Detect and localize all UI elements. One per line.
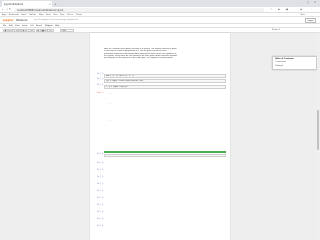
- reload-icon[interactable]: ↻: [9, 8, 11, 11]
- cell-prompt: In [ ]:: [97, 85, 104, 86]
- extension-icon[interactable]: ●: [286, 8, 288, 11]
- star-icon[interactable]: ☆: [270, 8, 272, 11]
- markdown-cell[interactable]: Now, let's consider the transfer functio…: [104, 48, 226, 59]
- window-controls[interactable]: – ▢ ✕: [301, 1, 318, 4]
- url-field[interactable]: localhost:8888/notebooks/Notebook.ipynb: [14, 8, 264, 12]
- bookmark-item[interactable]: Apps: [2, 14, 6, 16]
- menu-file[interactable]: File: [3, 25, 6, 27]
- extension-icon[interactable]: ◆: [278, 8, 280, 11]
- menu-cell[interactable]: Cell: [30, 25, 34, 27]
- menu-icon[interactable]: ⋮: [310, 8, 312, 11]
- output-text: array([[ 1. 2. 3. 4. 5. array([ 0. , 0.1…: [104, 93, 226, 122]
- cell-prompt: In [ ]:: [97, 226, 104, 227]
- close-icon[interactable]: ✕: [49, 3, 51, 6]
- notebook-container: Now, let's consider the transfer functio…: [90, 33, 230, 240]
- bookmark-item[interactable]: Drive: [53, 14, 58, 16]
- menu-view[interactable]: View: [15, 25, 20, 27]
- logout-button[interactable]: Logout: [304, 18, 316, 24]
- new-tab-icon[interactable]: +: [54, 2, 57, 6]
- execution-progress-bar: [104, 151, 226, 153]
- bookmark-item[interactable]: YouTube: [29, 14, 36, 16]
- bookmark-item[interactable]: Photos: [76, 14, 82, 16]
- markdown-line: the response of the system to a unit ste…: [104, 57, 173, 60]
- code-input[interactable]: t, y = signal.step(sys): [104, 85, 226, 89]
- cell-prompt: In [ ]:: [97, 191, 104, 192]
- output-line: array([ 0. , 0.5, 1. ]): [104, 120, 126, 122]
- back-icon[interactable]: ←: [2, 8, 4, 11]
- checkpoint-status: Last Checkpoint: a few seconds ago (auto…: [34, 19, 78, 22]
- cell-prompt: In [ ]:: [97, 170, 104, 171]
- code-input[interactable]: num = [1, 2]; den = [1, 3, 2]: [104, 74, 226, 78]
- cell-prompt: In [ ]:: [97, 74, 104, 75]
- fast-forward-icon[interactable]: »: [49, 28, 54, 32]
- cell-prompt: In [ ]:: [97, 177, 104, 178]
- bookmark-item[interactable]: Maps: [39, 14, 44, 16]
- browser-tab-bar: Jupyter Notebook ✕ + – ▢ ✕: [0, 0, 320, 7]
- bookmark-item[interactable]: Sheets: [67, 14, 73, 16]
- cell-prompt: In [ ]:: [97, 79, 104, 80]
- kernel-name: Python 3: [272, 29, 280, 32]
- menu-edit[interactable]: Edit: [9, 25, 13, 27]
- tab-title: Jupyter Notebook: [4, 2, 24, 6]
- panel-title: Table of Contents: [275, 58, 294, 60]
- code-input[interactable]: [104, 154, 226, 157]
- scrollbar-thumb[interactable]: [317, 110, 319, 150]
- bookmark-item[interactable]: Gmail: [21, 14, 26, 16]
- toc-panel[interactable]: Table of Contents 1 Introduction 2 Analy…: [272, 56, 317, 70]
- bookmark-item[interactable]: Bookmarks: [9, 14, 19, 16]
- profile-icon[interactable]: ◉: [300, 8, 302, 11]
- menu-help[interactable]: Help: [55, 25, 59, 27]
- panel-item[interactable]: 2 Analysis: [275, 66, 283, 67]
- cell-prompt: In [ ]:: [97, 198, 104, 199]
- menu-insert[interactable]: Insert: [22, 25, 27, 27]
- bookmark-item[interactable]: News: [46, 14, 51, 16]
- panel-item[interactable]: 1 Introduction: [275, 62, 286, 63]
- output-prompt: Out[ ]:: [97, 93, 104, 94]
- cell-prompt: In [ ]:: [97, 212, 104, 213]
- bookmark-item[interactable]: Docs: [60, 14, 64, 16]
- cell-prompt: In [ ]:: [97, 205, 104, 206]
- code-input[interactable]: sys = signal.TransferFunction(num, den): [104, 79, 226, 83]
- bookmark-item[interactable]: Other: [300, 14, 305, 16]
- cell-prompt: In [ ]:: [97, 219, 104, 220]
- move-down-icon[interactable]: ↓: [30, 28, 36, 32]
- forward-icon[interactable]: →: [6, 8, 8, 11]
- cell-prompt: In [ ]:: [97, 154, 104, 155]
- cell-prompt: In [ ]:: [97, 184, 104, 185]
- cell-type-select[interactable]: Code: [60, 28, 74, 32]
- menu-kernel[interactable]: Kernel: [36, 25, 42, 27]
- menu-widgets[interactable]: Widgets: [45, 25, 53, 27]
- notebook-title[interactable]: Notebook: [16, 19, 28, 22]
- cell-prompt: In [ ]:: [97, 163, 104, 164]
- jupyter-header: jupyter Notebook Last Checkpoint: a few …: [0, 17, 320, 24]
- jupyter-logo[interactable]: jupyter: [3, 19, 14, 22]
